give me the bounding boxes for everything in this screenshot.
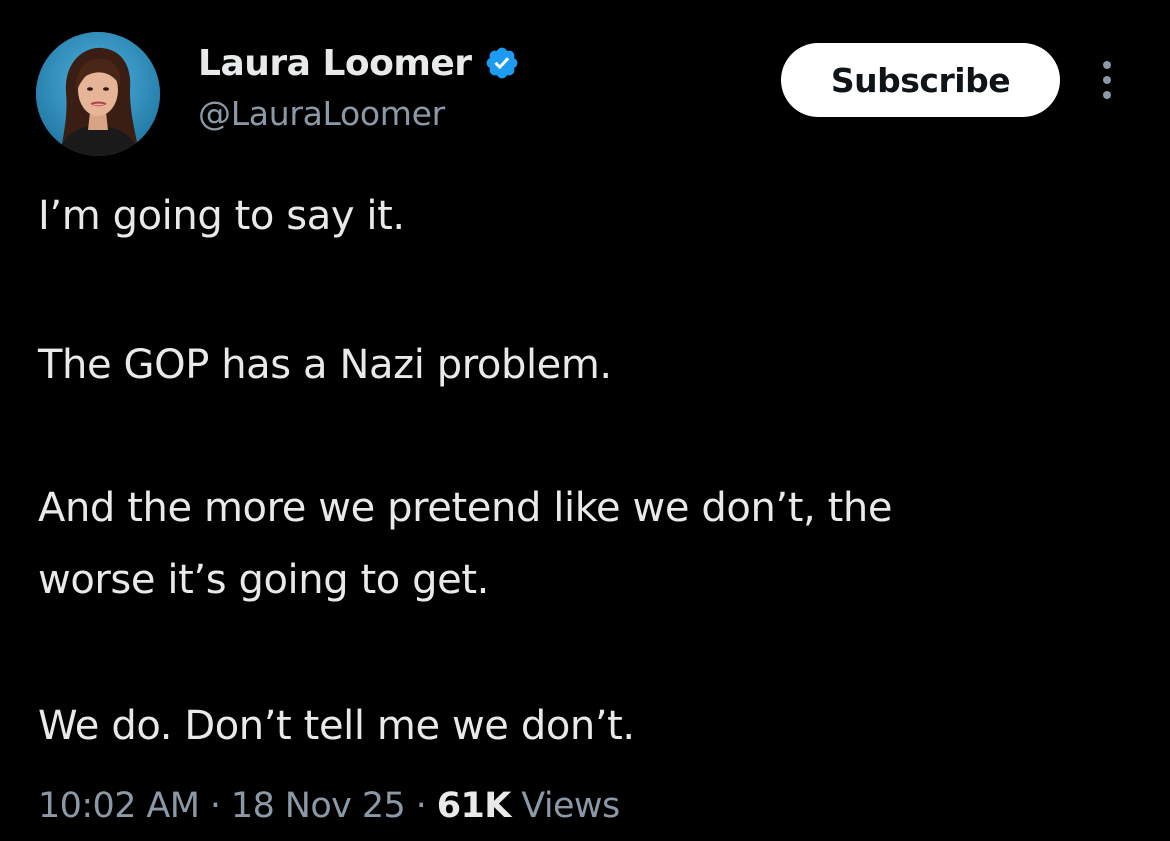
meta-separator: · [405, 786, 437, 826]
avatar[interactable] [36, 32, 160, 156]
author-name-row: Laura Loomer [198, 40, 520, 86]
tweet-text-line-5: We do. Don’t tell me we don’t. [38, 703, 635, 749]
author-display-name[interactable]: Laura Loomer [198, 43, 472, 84]
tweet-text-line-3: And the more we pretend like we don’t, t… [38, 485, 893, 531]
tweet-text-line-2: The GOP has a Nazi problem. [38, 342, 612, 388]
dot [1103, 91, 1111, 99]
tweet-time[interactable]: 10:02 AM [38, 786, 200, 826]
tweet-text-line-1: I’m going to say it. [38, 193, 405, 239]
profile-photo-icon [36, 32, 160, 156]
tweet-date[interactable]: 18 Nov 25 [231, 786, 406, 826]
dot [1103, 61, 1111, 69]
views-count[interactable]: 61K [437, 786, 512, 826]
tweet: Laura Loomer @LauraLoomer Subscribe I’m … [0, 0, 1170, 841]
subscribe-button[interactable]: Subscribe [781, 43, 1060, 117]
views-label: Views [510, 786, 620, 826]
verified-badge-icon [486, 47, 517, 79]
tweet-meta: 10:02 AM · 18 Nov 25 · 61K Views [38, 786, 620, 826]
dot [1103, 76, 1111, 84]
author-handle[interactable]: @LauraLoomer [198, 94, 445, 133]
more-options-icon[interactable] [1092, 50, 1122, 110]
meta-separator: · [199, 786, 231, 826]
tweet-text-line-4: worse it’s going to get. [38, 557, 489, 603]
